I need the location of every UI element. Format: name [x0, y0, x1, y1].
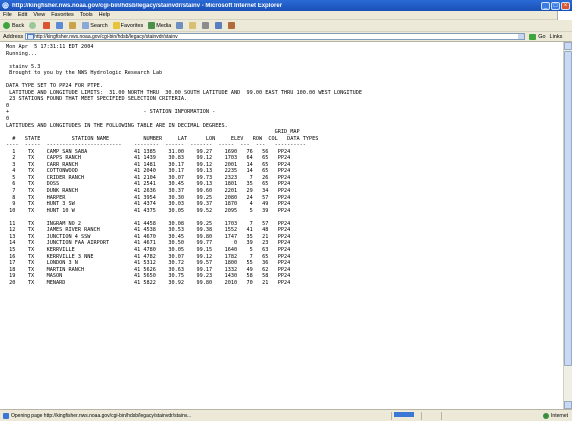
status-text: Opening page http://kingfisher.nws.noaa.…	[11, 412, 192, 419]
security-zone: Internet	[543, 412, 568, 419]
page-content: Mon Apr 5 17:31:11 EDT 2004 Running... st…	[0, 42, 563, 409]
forward-arrow-icon	[29, 22, 37, 29]
internet-globe-icon	[543, 412, 550, 419]
mail-icon	[189, 22, 197, 29]
home-button[interactable]	[69, 22, 77, 29]
page-loading-icon	[3, 412, 9, 419]
menu-bar: File Edit View Favorites Tools Help	[0, 11, 572, 20]
discuss-icon	[228, 22, 236, 29]
links-button[interactable]: Links	[550, 34, 563, 40]
media-button[interactable]: Media	[148, 22, 171, 29]
status-segment	[441, 411, 461, 420]
media-icon	[148, 22, 156, 29]
status-segment	[421, 411, 441, 420]
address-dropdown-icon[interactable]	[518, 34, 525, 39]
refresh-icon	[56, 22, 64, 29]
maximize-button[interactable]: □	[551, 1, 560, 10]
menu-favorites[interactable]: Favorites	[51, 12, 74, 18]
toolbar: Back Search Favorites Media	[0, 20, 572, 32]
internet-explorer-icon: e	[2, 2, 9, 9]
stop-icon	[43, 22, 51, 29]
svg-text:e: e	[4, 4, 7, 9]
menu-tools[interactable]: Tools	[80, 12, 93, 18]
address-value: http://kingfisher.nws.noaa.gov/cgi-bin/h…	[34, 34, 178, 40]
close-button[interactable]: ×	[561, 1, 570, 10]
program-output: Mon Apr 5 17:31:11 EDT 2004 Running... st…	[6, 44, 563, 286]
scroll-up-button[interactable]	[564, 42, 572, 50]
zone-label: Internet	[551, 412, 568, 419]
stop-button[interactable]	[43, 22, 51, 29]
back-arrow-icon	[3, 22, 10, 29]
go-arrow-icon	[529, 33, 537, 40]
address-input[interactable]: http://kingfisher.nws.noaa.gov/cgi-bin/h…	[25, 33, 526, 40]
status-bar: Opening page http://kingfisher.nws.noaa.…	[0, 409, 572, 421]
media-label: Media	[156, 22, 172, 29]
favorites-star-icon	[112, 22, 120, 29]
refresh-button[interactable]	[56, 22, 64, 29]
minimize-button[interactable]: _	[541, 1, 550, 10]
scroll-thumb[interactable]	[564, 51, 572, 366]
address-label: Address	[3, 33, 24, 40]
home-icon	[69, 22, 77, 29]
window-title: http://kingfisher.nws.noaa.gov/cgi-bin/h…	[12, 2, 283, 9]
menu-help[interactable]: Help	[99, 12, 110, 18]
address-bar: Address http://kingfisher.nws.noaa.gov/c…	[0, 32, 572, 42]
output-line: 20 TX MENARD 41 5822 30.92 99.80 2010 70…	[6, 279, 291, 286]
page-icon	[27, 34, 35, 39]
title-bar: e http://kingfisher.nws.noaa.gov/cgi-bin…	[0, 0, 572, 11]
menu-edit[interactable]: Edit	[18, 12, 27, 18]
progress-bar	[394, 411, 414, 417]
back-button[interactable]: Back	[3, 22, 24, 29]
windows-logo-icon	[557, 11, 572, 20]
history-icon	[176, 22, 184, 29]
menu-file[interactable]: File	[3, 12, 12, 18]
forward-button[interactable]	[29, 22, 38, 29]
favorites-label: Favorites	[120, 22, 144, 29]
go-button[interactable]: Go	[529, 33, 546, 40]
favorites-button[interactable]: Favorites	[112, 22, 144, 29]
menu-view[interactable]: View	[33, 12, 45, 18]
mail-button[interactable]	[189, 22, 197, 29]
discuss-button[interactable]	[228, 22, 236, 29]
scroll-down-button[interactable]	[564, 401, 572, 409]
edit-icon	[215, 22, 223, 29]
vertical-scrollbar[interactable]	[563, 42, 572, 409]
search-label: Search	[90, 22, 108, 29]
edit-button[interactable]	[215, 22, 223, 29]
go-label: Go	[538, 33, 546, 40]
status-progress-segment	[391, 411, 421, 420]
print-icon	[202, 22, 210, 29]
search-icon	[82, 22, 90, 29]
search-button[interactable]: Search	[82, 22, 108, 29]
print-button[interactable]	[202, 22, 210, 29]
history-button[interactable]	[176, 22, 184, 29]
back-label: Back	[12, 22, 25, 29]
